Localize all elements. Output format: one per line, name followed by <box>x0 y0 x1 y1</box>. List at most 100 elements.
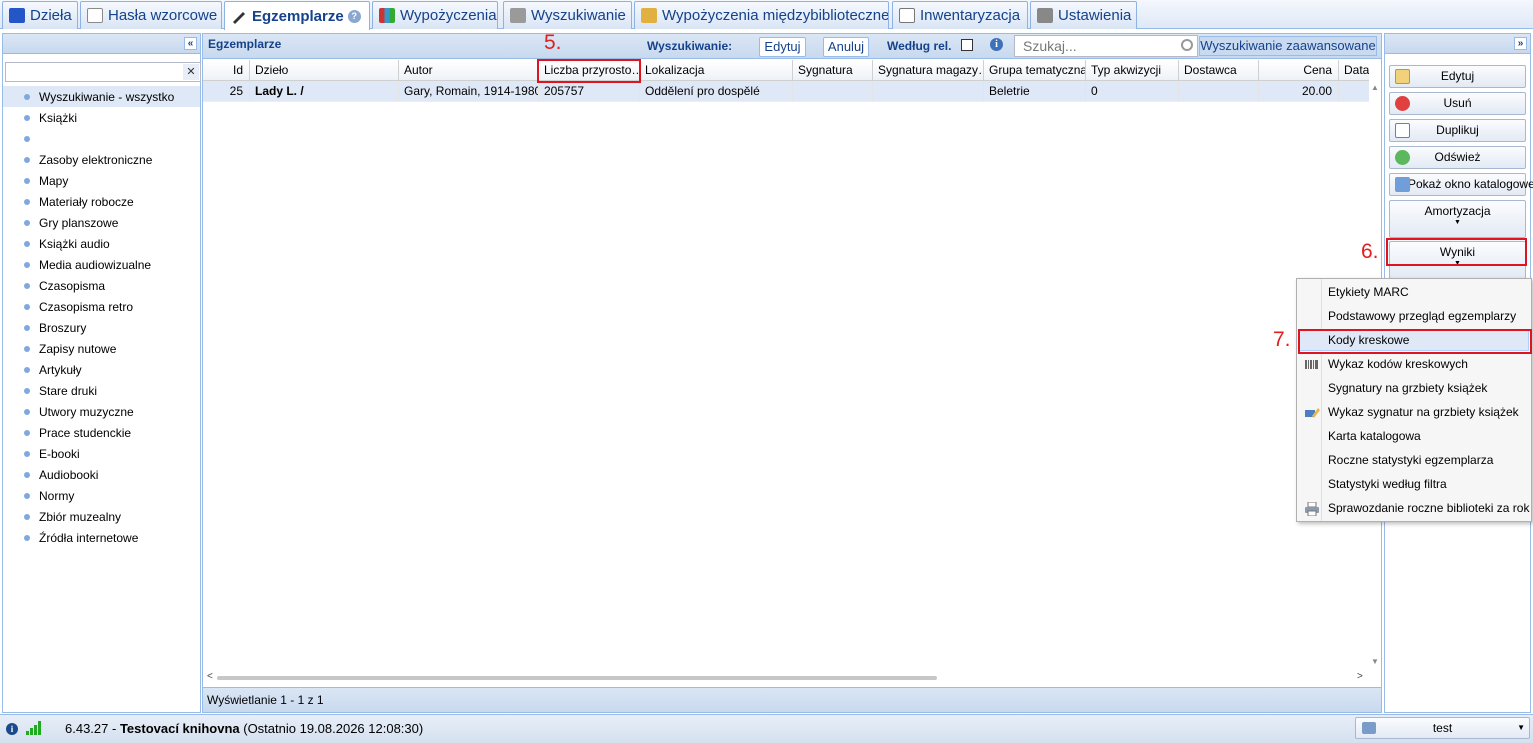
signal-icon <box>26 721 44 735</box>
column-header-storage-call-number[interactable]: Sygnatura magazy… <box>873 60 984 80</box>
column-header-call-number[interactable]: Sygnatura <box>793 60 873 80</box>
tab-loans[interactable]: Wypożyczenia <box>372 1 498 29</box>
category-filter-input[interactable]: ✕ <box>5 62 201 82</box>
menu-item-spine-labels[interactable]: Sygnatury na grzbiety książek <box>1299 377 1529 399</box>
column-header-acquisition-type[interactable]: Typ akwizycji <box>1086 60 1179 80</box>
menu-item-spine-label-list[interactable]: Wykaz sygnatur na grzbiety książek <box>1299 401 1529 423</box>
tab-search[interactable]: Wyszukiwanie <box>503 1 632 29</box>
barcode-icon <box>1304 357 1320 371</box>
category-item[interactable]: Czasopisma retro <box>3 296 200 317</box>
bullet-icon <box>24 177 30 184</box>
category-item[interactable]: Stare druki <box>3 380 200 401</box>
scroll-up-icon[interactable]: ▲ <box>1371 83 1379 92</box>
cell-author: Gary, Romain, 1914-1980 <box>399 81 539 101</box>
info-icon[interactable]: i <box>990 38 1003 51</box>
status-info-icon[interactable]: i <box>6 723 18 735</box>
list-icon <box>899 8 915 23</box>
advanced-search-button[interactable]: Wyszukiwanie zaawansowane <box>1199 36 1377 56</box>
category-item[interactable]: Źródła internetowe <box>3 527 200 548</box>
help-icon[interactable]: ? <box>347 9 361 23</box>
scroll-left-icon[interactable]: < <box>207 671 213 682</box>
bullet-icon <box>24 366 30 373</box>
column-header-id[interactable]: Id <box>203 60 250 80</box>
edit-search-button[interactable]: Edytuj <box>759 37 806 57</box>
column-header-creation-date[interactable]: Data utw <box>1339 60 1369 80</box>
category-item[interactable]: Wyszukiwanie - wszystko <box>3 86 200 107</box>
category-item[interactable]: Audiobooki <box>3 464 200 485</box>
category-item[interactable]: Książki audio <box>3 233 200 254</box>
category-item[interactable]: Zapisy nutowe <box>3 338 200 359</box>
book-icon <box>9 8 25 23</box>
tab-inventory[interactable]: Inwentaryzacja <box>892 1 1028 29</box>
duplicate-button[interactable]: Duplikuj <box>1389 119 1526 142</box>
menu-item-catalog-card[interactable]: Karta katalogowa <box>1299 425 1529 447</box>
items-panel: Egzemplarze Wyszukiwanie: Edytuj Anuluj … <box>202 33 1382 713</box>
category-item[interactable]: Media audiowizualne <box>3 254 200 275</box>
user-name: test <box>1432 721 1453 735</box>
bullet-icon <box>24 324 30 331</box>
category-item[interactable]: Utwory muzyczne <box>3 401 200 422</box>
tab-interlibrary-loans[interactable]: Wypożyczenia międzybiblioteczne <box>634 1 889 29</box>
annotation-box-step-5 <box>537 59 641 83</box>
tab-works[interactable]: Dzieła <box>2 1 78 29</box>
category-label: Artykuły <box>39 362 82 377</box>
user-menu-button[interactable]: test ▼ <box>1355 717 1530 739</box>
category-item[interactable]: Artykuły <box>3 359 200 380</box>
scroll-right-icon[interactable]: > <box>1357 671 1363 682</box>
status-bar: i 6.43.27 - Testovací knihovna (Ostatnio… <box>0 714 1533 743</box>
table-row[interactable]: 25 Lady L. / Gary, Romain, 1914-1980 205… <box>203 81 1369 102</box>
column-header-supplier[interactable]: Dostawca <box>1179 60 1259 80</box>
collapse-left-icon[interactable]: « <box>184 37 197 50</box>
tab-settings[interactable]: Ustawienia <box>1030 1 1137 29</box>
search-input[interactable]: Szukaj... <box>1014 35 1198 57</box>
refresh-button[interactable]: Odśwież <box>1389 146 1526 169</box>
column-header-price[interactable]: Cena <box>1259 60 1339 80</box>
scroll-thumb[interactable] <box>217 676 937 680</box>
column-header-author[interactable]: Autor <box>399 60 539 80</box>
category-item[interactable]: Czasopisma <box>3 275 200 296</box>
category-label: Zbiór muzealny <box>39 509 122 524</box>
menu-item-marc-labels[interactable]: Etykiety MARC <box>1299 281 1529 303</box>
category-item[interactable]: Zasoby elektroniczne <box>3 149 200 170</box>
clear-filter-icon[interactable]: ✕ <box>183 64 199 80</box>
category-label: Utwory muzyczne <box>39 404 134 419</box>
button-label: Usuń <box>1443 96 1472 110</box>
tab-items[interactable]: Egzemplarze? <box>224 1 370 30</box>
cell-location: Oddělení pro dospělé <box>640 81 793 101</box>
column-header-location[interactable]: Lokalizacja <box>640 60 793 80</box>
menu-item-basic-item-overview[interactable]: Podstawowy przegląd egzemplarzy <box>1299 305 1529 327</box>
relevance-checkbox[interactable] <box>961 39 973 51</box>
menu-item-annual-library-report[interactable]: Sprawozdanie roczne biblioteki za rok <box>1299 497 1529 519</box>
menu-item-annual-item-statistics[interactable]: Roczne statystyki egzemplarza <box>1299 449 1529 471</box>
search-placeholder: Szukaj... <box>1023 38 1077 54</box>
category-label: Audiobooki <box>39 467 99 482</box>
menu-item-barcode-list[interactable]: Wykaz kodów kreskowych <box>1299 353 1529 375</box>
category-item[interactable]: Prace studenckie <box>3 422 200 443</box>
category-item[interactable]: E-booki <box>3 443 200 464</box>
bullet-icon <box>24 93 30 100</box>
category-item[interactable]: Normy <box>3 485 200 506</box>
delete-button[interactable]: Usuń <box>1389 92 1526 115</box>
horizontal-scrollbar[interactable]: < > <box>203 671 1369 685</box>
category-item[interactable] <box>3 128 200 149</box>
category-item[interactable]: Materiały robocze <box>3 191 200 212</box>
column-header-work[interactable]: Dzieło <box>250 60 399 80</box>
cancel-search-button[interactable]: Anuluj <box>823 37 869 57</box>
scroll-down-icon[interactable]: ▼ <box>1371 657 1379 666</box>
tab-label: Egzemplarze <box>252 7 344 25</box>
category-item[interactable]: Gry planszowe <box>3 212 200 233</box>
pen-icon <box>231 8 247 24</box>
column-header-subject-group[interactable]: Grupa tematyczna <box>984 60 1086 80</box>
show-catalog-window-button[interactable]: Pokaż okno katalogowe <box>1389 173 1533 196</box>
expand-right-icon[interactable]: » <box>1514 37 1527 50</box>
tab-authority-headings[interactable]: Hasła wzorcowe <box>80 1 222 29</box>
edit-button[interactable]: Edytuj <box>1389 65 1526 88</box>
category-item[interactable]: Książki <box>3 107 200 128</box>
category-item[interactable]: Mapy <box>3 170 200 191</box>
category-item[interactable]: Broszury <box>3 317 200 338</box>
category-item[interactable]: Zbiór muzealny <box>3 506 200 527</box>
search-icon[interactable] <box>1181 39 1193 51</box>
menu-item-statistics-by-filter[interactable]: Statystyki według filtra <box>1299 473 1529 495</box>
depreciation-button[interactable]: Amortyzacja ▼ <box>1389 200 1526 238</box>
tab-label: Wypożyczenia <box>400 7 497 24</box>
